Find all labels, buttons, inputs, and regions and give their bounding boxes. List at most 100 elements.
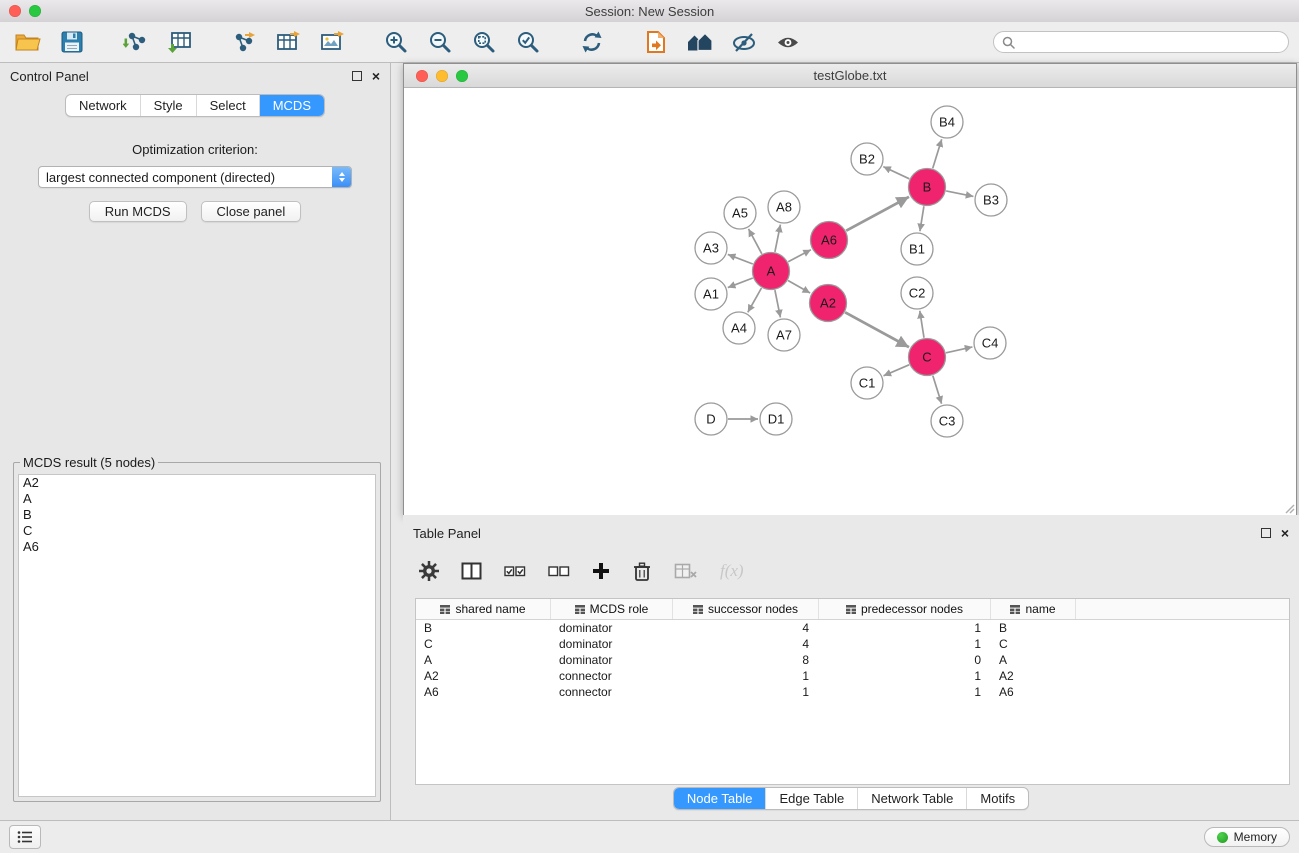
table-cell[interactable]: B bbox=[991, 620, 1076, 636]
tab-network[interactable]: Network bbox=[66, 95, 141, 116]
table-cell[interactable]: connector bbox=[551, 668, 673, 684]
table-cell[interactable]: 1 bbox=[673, 668, 819, 684]
deselect-all-columns-button[interactable] bbox=[548, 561, 570, 581]
column-header-successor-nodes[interactable]: successor nodes bbox=[673, 599, 819, 619]
graph-edge-C-C4[interactable] bbox=[946, 347, 972, 353]
column-header-mcds-role[interactable]: MCDS role bbox=[551, 599, 673, 619]
zoom-out-button[interactable] bbox=[422, 26, 458, 58]
import-table-button[interactable] bbox=[162, 26, 198, 58]
tab-motifs[interactable]: Motifs bbox=[967, 788, 1028, 809]
import-network-button[interactable] bbox=[118, 26, 154, 58]
graph-edge-A-A3[interactable] bbox=[728, 254, 753, 264]
table-row[interactable]: A6connector11A6 bbox=[416, 684, 1289, 700]
search-input[interactable] bbox=[1021, 34, 1280, 51]
graph-edge-A-A5[interactable] bbox=[749, 229, 762, 254]
graph-edge-B-B3[interactable] bbox=[946, 191, 973, 197]
close-window-icon[interactable] bbox=[9, 5, 21, 17]
zoom-fit-button[interactable] bbox=[466, 26, 502, 58]
table-cell[interactable]: 0 bbox=[819, 652, 991, 668]
table-cell[interactable]: A2 bbox=[416, 668, 551, 684]
graph-edge-B-B1[interactable] bbox=[920, 206, 924, 231]
graph-edge-C-C3[interactable] bbox=[933, 376, 942, 404]
network-window-titlebar[interactable]: testGlobe.txt bbox=[404, 64, 1296, 88]
save-session-button[interactable] bbox=[54, 26, 90, 58]
mcds-result-item[interactable]: A bbox=[19, 491, 375, 507]
table-cell[interactable]: dominator bbox=[551, 652, 673, 668]
graph-edge-A2-C[interactable] bbox=[845, 312, 909, 347]
apply-layout-button[interactable] bbox=[574, 26, 610, 58]
table-cell[interactable]: 1 bbox=[673, 684, 819, 700]
graph-edge-A6-B[interactable] bbox=[846, 197, 909, 231]
zoom-in-button[interactable] bbox=[378, 26, 414, 58]
table-cell-filler[interactable] bbox=[1076, 668, 1289, 684]
float-panel-icon[interactable] bbox=[352, 71, 362, 81]
graph-edge-A-A6[interactable] bbox=[788, 250, 811, 262]
table-cell[interactable]: C bbox=[991, 636, 1076, 652]
table-cell[interactable]: 8 bbox=[673, 652, 819, 668]
vertical-splitter[interactable] bbox=[391, 63, 403, 820]
table-cell[interactable]: 1 bbox=[819, 668, 991, 684]
table-cell[interactable]: 1 bbox=[819, 620, 991, 636]
table-cell[interactable]: A6 bbox=[416, 684, 551, 700]
select-all-columns-button[interactable] bbox=[504, 561, 526, 581]
tab-node-table[interactable]: Node Table bbox=[674, 788, 767, 809]
export-table-button[interactable] bbox=[270, 26, 306, 58]
graph-edge-C-C2[interactable] bbox=[920, 311, 924, 338]
mcds-result-list[interactable]: A2ABCA6 bbox=[18, 474, 376, 797]
table-cell[interactable]: A bbox=[991, 652, 1076, 668]
delete-table-button[interactable] bbox=[674, 562, 698, 580]
table-cell[interactable]: 1 bbox=[819, 636, 991, 652]
mcds-result-item[interactable]: C bbox=[19, 523, 375, 539]
mcds-result-item[interactable]: A6 bbox=[19, 539, 375, 555]
run-mcds-button[interactable]: Run MCDS bbox=[89, 201, 187, 222]
table-cell-filler[interactable] bbox=[1076, 684, 1289, 700]
table-cell[interactable]: dominator bbox=[551, 620, 673, 636]
create-column-button[interactable] bbox=[592, 562, 610, 580]
tab-network-table[interactable]: Network Table bbox=[858, 788, 967, 809]
table-cell[interactable]: C bbox=[416, 636, 551, 652]
tab-select[interactable]: Select bbox=[197, 95, 260, 116]
tab-edge-table[interactable]: Edge Table bbox=[766, 788, 858, 809]
table-cell[interactable]: B bbox=[416, 620, 551, 636]
graph-edge-A-A4[interactable] bbox=[748, 288, 762, 312]
mcds-result-item[interactable]: A2 bbox=[19, 475, 375, 491]
optimization-criterion-select[interactable]: largest connected component (directed) bbox=[38, 166, 352, 188]
show-all-networks-button[interactable] bbox=[682, 26, 718, 58]
delete-column-button[interactable] bbox=[632, 561, 652, 582]
tab-mcds[interactable]: MCDS bbox=[260, 95, 324, 116]
table-cell[interactable]: A2 bbox=[991, 668, 1076, 684]
zoom-selected-button[interactable] bbox=[510, 26, 546, 58]
column-header-predecessor-nodes[interactable]: predecessor nodes bbox=[819, 599, 991, 619]
close-panel-button[interactable]: Close panel bbox=[201, 201, 302, 222]
export-network-button[interactable] bbox=[226, 26, 262, 58]
search-box[interactable] bbox=[993, 31, 1289, 53]
column-header-name[interactable]: name bbox=[991, 599, 1076, 619]
command-panel-button[interactable] bbox=[9, 825, 41, 849]
table-cell[interactable]: 4 bbox=[673, 620, 819, 636]
function-builder-button[interactable]: f(x) bbox=[720, 561, 744, 581]
show-hide-button[interactable] bbox=[770, 26, 806, 58]
table-cell[interactable]: A6 bbox=[991, 684, 1076, 700]
graph-edge-A-A1[interactable] bbox=[728, 278, 753, 288]
table-row[interactable]: Cdominator41C bbox=[416, 636, 1289, 652]
close-panel-icon[interactable]: × bbox=[372, 69, 380, 83]
memory-button[interactable]: Memory bbox=[1204, 827, 1290, 847]
graph-edge-A-A8[interactable] bbox=[775, 225, 781, 252]
table-cell-filler[interactable] bbox=[1076, 620, 1289, 636]
table-cell-filler[interactable] bbox=[1076, 652, 1289, 668]
graph-edge-B-B2[interactable] bbox=[883, 167, 909, 179]
close-table-panel-icon[interactable]: × bbox=[1281, 526, 1289, 540]
tab-style[interactable]: Style bbox=[141, 95, 197, 116]
open-network-url-button[interactable] bbox=[638, 26, 674, 58]
zoom-window-icon[interactable] bbox=[29, 5, 41, 17]
table-cell[interactable]: 1 bbox=[819, 684, 991, 700]
table-row[interactable]: Adominator80A bbox=[416, 652, 1289, 668]
graph-edge-A-A2[interactable] bbox=[788, 281, 810, 294]
table-cell[interactable]: A bbox=[416, 652, 551, 668]
table-cell-filler[interactable] bbox=[1076, 636, 1289, 652]
table-cell[interactable]: connector bbox=[551, 684, 673, 700]
export-image-button[interactable] bbox=[314, 26, 350, 58]
graph-edge-B-B4[interactable] bbox=[933, 139, 942, 168]
graph-edge-C-C1[interactable] bbox=[884, 365, 910, 376]
toggle-graphics-details-button[interactable] bbox=[726, 26, 762, 58]
